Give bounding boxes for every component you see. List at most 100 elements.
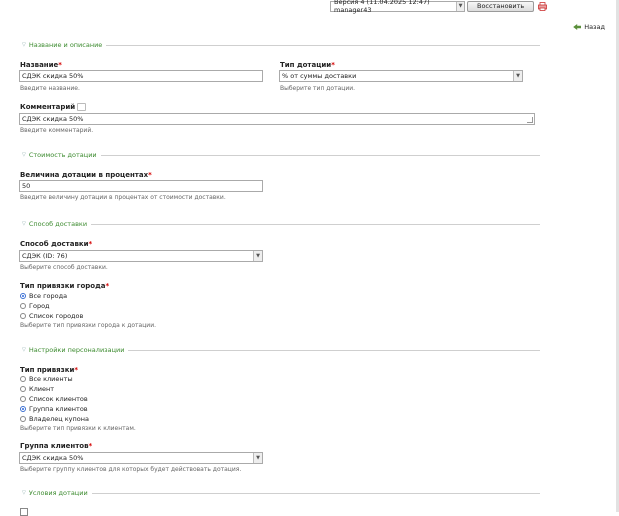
binding-type-hint: Выберите тип привязки к клиентам.	[20, 425, 136, 432]
radio-button[interactable]	[20, 303, 26, 309]
delivery-method-hint: Выберите способ доставки.	[20, 264, 108, 271]
note-icon	[77, 103, 87, 111]
client-group-select[interactable]: СДЭК скидка 50% ▼	[19, 452, 263, 464]
radio-label: Город	[29, 302, 50, 310]
subsidy-type-label: Тип дотации*	[280, 61, 335, 69]
name-input-value: СДЭК скидка 50%	[22, 72, 84, 80]
radio-button[interactable]	[20, 396, 26, 402]
comment-value: СДЭК скидка 50%	[22, 115, 84, 123]
radio-label: Владелец купона	[29, 415, 89, 423]
city-binding-hint: Выберите тип привязки города к дотации.	[20, 322, 157, 329]
back-label: Назад	[584, 23, 605, 31]
city-binding-label: Тип привязки города*	[20, 282, 109, 290]
client-group-label: Группа клиентов*	[20, 442, 92, 450]
section-personalization[interactable]: ▽ Настройки персонализации	[22, 345, 540, 355]
radio-all-cities[interactable]: Все города	[20, 292, 67, 300]
version-select[interactable]: Версия 4 (11.04.2025 12:47) manager43 ▼	[330, 0, 465, 14]
radio-label: Клиент	[29, 385, 55, 393]
percent-label: Величина дотации в процентах*	[20, 171, 152, 179]
arrow-left-icon	[573, 24, 582, 30]
section-cost[interactable]: ▽ Стоимость дотации	[22, 150, 540, 160]
binding-type-label: Тип привязки*	[20, 366, 78, 374]
required-mark: *	[331, 61, 335, 69]
divider	[128, 350, 540, 351]
section-delivery[interactable]: ▽ Способ доставки	[22, 219, 540, 229]
chevron-down-icon: ▽	[22, 152, 26, 158]
section-conditions[interactable]: ▽ Условия дотации	[22, 488, 540, 498]
chevron-down-icon: ▼	[253, 251, 262, 261]
section-name-description[interactable]: ▽ Название и описание	[22, 40, 540, 50]
chevron-down-icon: ▽	[22, 347, 26, 353]
toolbar: Версия 4 (11.04.2025 12:47) manager43 ▼ …	[330, 0, 548, 14]
radio-client-list[interactable]: Список клиентов	[20, 395, 88, 403]
radio-button[interactable]	[20, 416, 26, 422]
chevron-down-icon: ▼	[513, 71, 522, 81]
subsidy-type-select[interactable]: % от суммы доставки ▼	[279, 70, 523, 82]
name-label: Название*	[20, 61, 62, 69]
chevron-down-icon: ▽	[22, 221, 26, 227]
name-hint: Введите название.	[20, 85, 80, 92]
radio-label: Список клиентов	[29, 395, 88, 403]
radio-button[interactable]	[20, 376, 26, 382]
resize-handle-icon[interactable]	[527, 117, 533, 123]
radio-button-selected[interactable]	[20, 293, 26, 299]
radio-all-clients[interactable]: Все клиенты	[20, 375, 73, 383]
name-input[interactable]: СДЭК скидка 50%	[19, 70, 263, 82]
comment-hint: Введите комментарий.	[20, 127, 94, 134]
comment-textarea[interactable]: СДЭК скидка 50%	[19, 113, 535, 125]
required-mark: *	[105, 282, 110, 290]
client-group-label-text: Группа клиентов	[20, 442, 89, 450]
radio-coupon-owner[interactable]: Владелец купона	[20, 415, 89, 423]
restore-button[interactable]: Восстановить	[467, 0, 535, 12]
divider	[106, 45, 540, 46]
required-mark: *	[88, 442, 93, 450]
city-binding-label-text: Тип привязки города	[20, 282, 106, 290]
subsidy-type-hint: Выберите тип дотации.	[280, 85, 356, 92]
chevron-down-icon: ▼	[456, 1, 464, 11]
client-group-value: СДЭК скидка 50%	[22, 454, 84, 462]
percent-input[interactable]: 50	[19, 180, 263, 192]
radio-client[interactable]: Клиент	[20, 385, 54, 393]
required-mark: *	[148, 171, 152, 179]
percent-hint: Введите величину дотации в процентах от …	[20, 194, 226, 201]
comment-label-text: Комментарий	[20, 103, 76, 111]
subsidy-type-label-text: Тип дотации	[280, 61, 332, 69]
radio-label: Список городов	[29, 312, 84, 320]
radio-client-group[interactable]: Группа клиентов	[20, 405, 88, 413]
version-select-value: Версия 4 (11.04.2025 12:47) manager43	[334, 0, 430, 14]
radio-label: Все клиенты	[29, 375, 73, 383]
delivery-method-select[interactable]: СДЭК (ID: 76) ▼	[19, 250, 263, 262]
divider	[91, 493, 540, 494]
radio-city[interactable]: Город	[20, 302, 50, 310]
delivery-method-value: СДЭК (ID: 76)	[22, 252, 68, 260]
section-title: Условия дотации	[28, 489, 88, 497]
section-title: Стоимость дотации	[28, 151, 97, 159]
binding-type-label-text: Тип привязки	[20, 366, 75, 374]
radio-button-selected[interactable]	[20, 406, 26, 412]
radio-city-list[interactable]: Список городов	[20, 312, 83, 320]
name-label-text: Название	[20, 61, 59, 69]
chevron-down-icon: ▽	[22, 490, 26, 496]
percent-label-text: Величина дотации в процентах	[20, 171, 149, 179]
required-mark: *	[74, 366, 79, 374]
divider	[91, 224, 540, 225]
radio-button[interactable]	[20, 386, 26, 392]
comment-label: Комментарий	[20, 103, 87, 111]
print-icon[interactable]	[538, 1, 548, 11]
delivery-method-label: Способ доставки*	[20, 240, 92, 248]
delivery-method-label-text: Способ доставки	[20, 240, 89, 248]
condition-checkbox[interactable]	[20, 508, 28, 516]
required-mark: *	[88, 240, 93, 248]
radio-label: Группа клиентов	[29, 405, 88, 413]
radio-label: Все города	[29, 292, 68, 300]
section-title: Настройки персонализации	[28, 346, 125, 354]
section-title: Название и описание	[28, 41, 103, 49]
divider	[100, 155, 540, 156]
required-mark: *	[58, 61, 62, 69]
radio-button[interactable]	[20, 313, 26, 319]
chevron-down-icon: ▼	[253, 453, 262, 463]
back-link[interactable]: Назад	[573, 23, 605, 31]
percent-value: 50	[22, 182, 31, 190]
client-group-hint: Выберите группу клиентов для которых буд…	[20, 466, 242, 473]
section-title: Способ доставки	[28, 220, 88, 228]
